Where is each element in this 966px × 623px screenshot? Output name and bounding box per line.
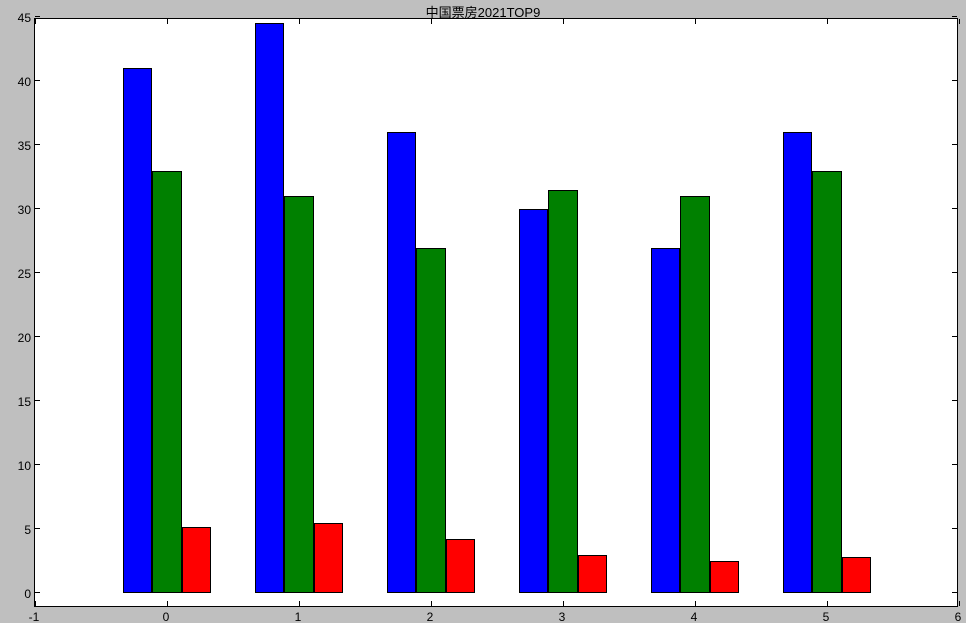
- bar-series1-0: [123, 68, 152, 593]
- xtickmark-top-3: [563, 19, 564, 24]
- bar-series1-2: [387, 132, 416, 593]
- xtickmark-5: [827, 601, 828, 606]
- ytickmark-right-40: [952, 80, 957, 81]
- ytickmark-right-45: [952, 16, 957, 17]
- bar-series2-3: [548, 190, 577, 593]
- ytickmark-45: [35, 16, 40, 17]
- bar-series1-4: [651, 248, 680, 594]
- ytick-25: 25: [3, 267, 31, 281]
- xtickmark-top-4: [695, 19, 696, 24]
- ytickmark-10: [35, 464, 40, 465]
- ytick-30: 30: [3, 203, 31, 217]
- ytickmark-30: [35, 208, 40, 209]
- bar-series3-5: [842, 557, 871, 593]
- xtick-4: 4: [691, 610, 698, 623]
- bar-series2-2: [416, 248, 445, 594]
- xtickmark-top-2: [431, 19, 432, 24]
- xtickmark-1: [299, 601, 300, 606]
- ytickmark-right-30: [952, 208, 957, 209]
- ytickmark-40: [35, 80, 40, 81]
- xtickmark--1: [35, 601, 36, 606]
- ytickmark-35: [35, 144, 40, 145]
- bar-series2-0: [152, 171, 181, 594]
- xtickmark-4: [695, 601, 696, 606]
- xtickmark-0: [167, 601, 168, 606]
- xtickmark-top-5: [827, 19, 828, 24]
- xtick--1: -1: [29, 610, 40, 623]
- xtick-5: 5: [823, 610, 830, 623]
- bar-series3-2: [446, 539, 475, 593]
- bar-series3-1: [314, 523, 343, 593]
- xtick-6: 6: [955, 610, 962, 623]
- ytickmark-15: [35, 400, 40, 401]
- ytickmark-right-25: [952, 272, 957, 273]
- bar-series1-1: [255, 23, 284, 593]
- bar-series2-1: [284, 196, 313, 593]
- ytick-20: 20: [3, 331, 31, 345]
- bar-series3-0: [182, 527, 211, 594]
- ytick-0: 0: [3, 587, 31, 601]
- xtickmark-top-1: [299, 19, 300, 24]
- bars-layer: [35, 19, 957, 606]
- bar-series1-3: [519, 209, 548, 593]
- ytickmark-right-10: [952, 464, 957, 465]
- xtickmark-2: [431, 601, 432, 606]
- bar-series2-4: [680, 196, 709, 593]
- bar-series2-5: [812, 171, 841, 594]
- xtickmark-3: [563, 601, 564, 606]
- xtick-3: 3: [559, 610, 566, 623]
- xtickmark-6: [959, 601, 960, 606]
- ytick-35: 35: [3, 139, 31, 153]
- figure: 中国票房2021TOP9 051015202530354045-10123456: [0, 0, 966, 623]
- xtickmark-top--1: [35, 19, 36, 24]
- ytickmark-right-0: [952, 592, 957, 593]
- ytickmark-0: [35, 592, 40, 593]
- ytickmark-right-15: [952, 400, 957, 401]
- bar-series3-4: [710, 561, 739, 593]
- xtick-2: 2: [427, 610, 434, 623]
- xtickmark-top-0: [167, 19, 168, 24]
- ytickmark-20: [35, 336, 40, 337]
- ytick-40: 40: [3, 75, 31, 89]
- ytick-45: 45: [3, 11, 31, 25]
- xtick-0: 0: [163, 610, 170, 623]
- ytick-5: 5: [3, 523, 31, 537]
- ytickmark-5: [35, 528, 40, 529]
- ytickmark-25: [35, 272, 40, 273]
- ytickmark-right-5: [952, 528, 957, 529]
- ytickmark-right-35: [952, 144, 957, 145]
- bar-series3-3: [578, 555, 607, 593]
- bar-series1-5: [783, 132, 812, 593]
- plot-area: [34, 18, 958, 607]
- ytick-15: 15: [3, 395, 31, 409]
- xtick-1: 1: [295, 610, 302, 623]
- ytick-10: 10: [3, 459, 31, 473]
- xtickmark-top-6: [959, 19, 960, 24]
- ytickmark-right-20: [952, 336, 957, 337]
